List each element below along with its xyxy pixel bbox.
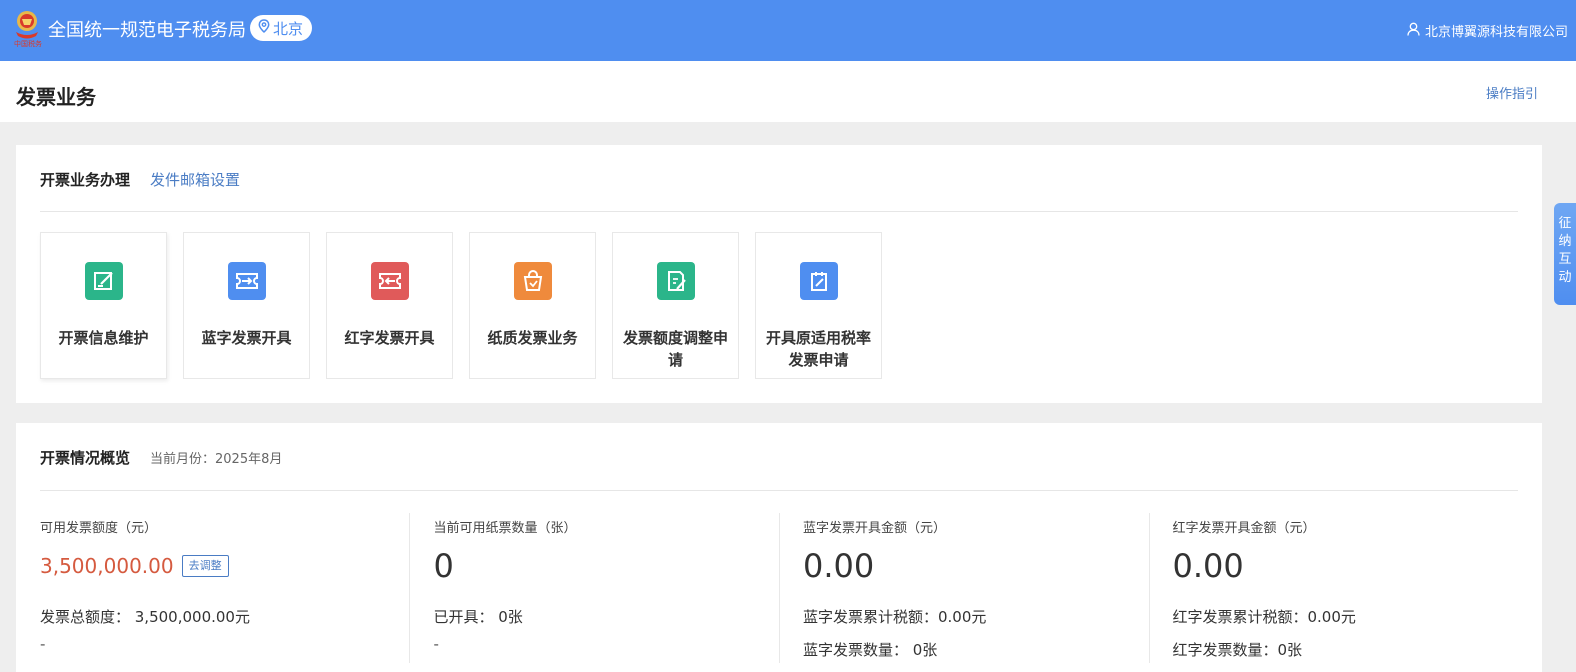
business-tiles: 开票信息维护 蓝字发票开具 红字发票开具 纸质发票业务 发票额度调整申请 开具原… <box>40 232 882 379</box>
notepad-icon <box>799 262 838 300</box>
tile-original-rate-invoice-apply[interactable]: 开具原适用税率发票申请 <box>755 232 882 379</box>
divider <box>40 490 1518 491</box>
stat-detail: 蓝字发票累计税额：0.00元 <box>802 608 987 626</box>
tile-invoice-info-maintenance[interactable]: 开票信息维护 <box>40 232 167 379</box>
top-bar: 中国税务 全国统一规范电子税务局 北京 北京博翼源科技有限公司 <box>0 0 1576 61</box>
float-char: 动 <box>1558 270 1572 285</box>
stat-dash: - <box>40 635 46 653</box>
tile-blue-invoice-issue[interactable]: 蓝字发票开具 <box>183 232 310 379</box>
svg-text:中国税务: 中国税务 <box>14 39 42 48</box>
card-header: 开票业务办理 发件邮箱设置 <box>40 169 240 190</box>
tile-label: 发票额度调整申请 <box>622 329 728 369</box>
mail-settings-link[interactable]: 发件邮箱设置 <box>150 169 240 190</box>
current-month: 当前月份：2025年8月 <box>150 452 283 467</box>
stat-available-quota: 可用发票额度（元） 3,500,000.00 去调整 发票总额度： 3,500,… <box>40 513 409 663</box>
bag-icon <box>513 262 552 300</box>
user-icon <box>1407 22 1420 40</box>
stats-row: 可用发票额度（元） 3,500,000.00 去调整 发票总额度： 3,500,… <box>40 513 1518 663</box>
tile-label: 开票信息维护 <box>58 329 149 347</box>
stat-detail: 红字发票数量：0张 <box>1172 641 1303 659</box>
tile-red-invoice-issue[interactable]: 红字发票开具 <box>326 232 453 379</box>
stat-value-row: 0.00 <box>803 550 1149 582</box>
tile-label: 红字发票开具 <box>344 329 435 347</box>
tax-emblem-icon: 中国税务 <box>12 6 44 50</box>
stat-value: 0 <box>433 547 454 585</box>
stat-label: 当前可用纸票数量（张） <box>433 521 577 536</box>
float-char: 征 <box>1558 216 1572 231</box>
ticket-out-icon <box>370 262 409 300</box>
stat-value: 0.00 <box>802 547 875 585</box>
page-header: 发票业务 操作指引 <box>0 61 1576 122</box>
stat-value: 3,500,000.00 <box>40 554 174 578</box>
page-title: 发票业务 <box>16 85 96 109</box>
operation-guide-link[interactable]: 操作指引 <box>1486 83 1538 102</box>
stat-detail: 红字发票累计税额：0.00元 <box>1172 608 1356 626</box>
tile-label: 纸质发票业务 <box>487 329 578 347</box>
doc-edit-icon <box>656 262 695 300</box>
float-char: 纳 <box>1558 234 1572 249</box>
location-selector[interactable]: 北京 <box>250 15 313 41</box>
stat-paper-count: 当前可用纸票数量（张） 0 已开具： 0张 - <box>409 513 779 663</box>
stat-value: 0.00 <box>1172 547 1244 585</box>
tile-paper-invoice[interactable]: 纸质发票业务 <box>469 232 596 379</box>
stat-label: 可用发票额度（元） <box>40 521 158 536</box>
tile-label: 开具原适用税率发票申请 <box>765 329 871 369</box>
stat-label: 蓝字发票开具金额（元） <box>802 521 946 536</box>
user-menu[interactable]: 北京博翼源科技有限公司 <box>1407 21 1568 40</box>
card-title: 开票情况概览 <box>40 449 131 467</box>
stat-red-amount: 红字发票开具金额（元） 0.00 红字发票累计税额：0.00元 红字发票数量：0… <box>1148 513 1519 663</box>
stat-blue-amount: 蓝字发票开具金额（元） 0.00 蓝字发票累计税额：0.00元 蓝字发票数量： … <box>778 513 1149 663</box>
adjust-button[interactable]: 去调整 <box>181 555 229 577</box>
invoicing-overview-card: 开票情况概览 当前月份：2025年8月 可用发票额度（元） 3,500,000.… <box>16 423 1542 672</box>
company-name: 北京博翼源科技有限公司 <box>1424 25 1568 40</box>
stat-value-row: 3,500,000.00 去调整 <box>40 550 409 582</box>
location-pin-icon <box>258 19 270 37</box>
location-label: 北京 <box>273 19 304 38</box>
tile-label: 蓝字发票开具 <box>201 329 292 347</box>
tile-quota-adjust-apply[interactable]: 发票额度调整申请 <box>612 232 739 379</box>
stat-value-row: 0.00 <box>1173 550 1519 582</box>
app-title: 全国统一规范电子税务局 <box>48 20 246 41</box>
stat-detail: 蓝字发票数量： 0张 <box>802 641 938 659</box>
stat-dash: - <box>433 635 439 653</box>
edit-square-icon <box>84 262 123 300</box>
stat-value-row: 0 <box>433 550 779 582</box>
invoicing-business-card: 开票业务办理 发件邮箱设置 开票信息维护 蓝字发票开具 红字发票开具 纸质发票业… <box>16 145 1542 403</box>
interaction-float-button[interactable]: 征 纳 互 动 <box>1554 203 1576 305</box>
card-header: 开票情况概览 当前月份：2025年8月 <box>40 447 282 468</box>
stat-detail: 发票总额度： 3,500,000.00元 <box>40 608 250 626</box>
ticket-in-icon <box>227 262 266 300</box>
divider <box>40 211 1518 212</box>
stat-label: 红字发票开具金额（元） <box>1172 521 1316 536</box>
float-char: 互 <box>1558 252 1572 267</box>
card-title: 开票业务办理 <box>40 171 131 189</box>
stat-detail: 已开具： 0张 <box>433 608 523 626</box>
